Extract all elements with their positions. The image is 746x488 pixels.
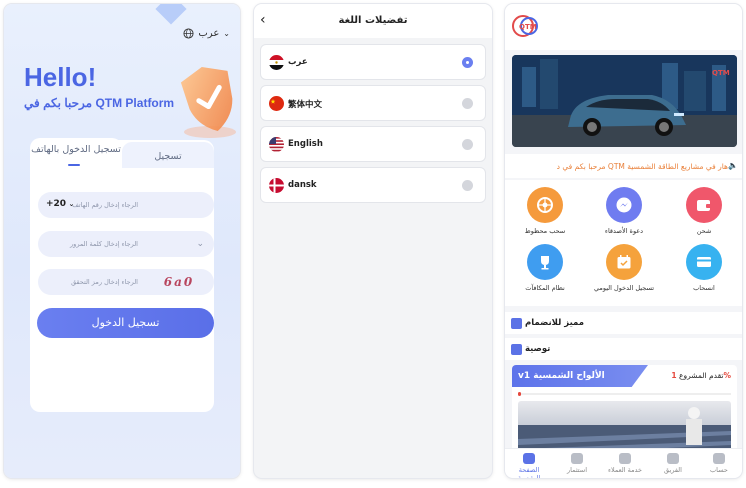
language-screen: ‹ تفضيلات اللغة عرب 繁体中文 English dansk [254, 4, 492, 478]
icon-label: نظام المكافآت [525, 284, 565, 292]
membership-section-header: مميز للانضمام [505, 312, 742, 334]
card-icon [697, 257, 711, 267]
page-title: تفضيلات اللغة [338, 15, 408, 26]
password-field[interactable]: الرجاء إدخال كلمة المرور ⌄ [38, 231, 214, 257]
captcha-image[interactable]: 6a0 [156, 273, 202, 291]
solar-panel-image [518, 401, 731, 455]
icon-label: دعوة الأصدقاء [604, 227, 644, 235]
speaker-icon: 🔈 [728, 161, 738, 170]
top-bar: ‹ تفضيلات اللغة [254, 4, 492, 38]
tab-invest[interactable]: استثمار [555, 453, 599, 474]
icon-label: شحن [696, 227, 712, 235]
country-code-selector[interactable]: +20 ⌄ [46, 199, 74, 209]
wheel-icon [537, 197, 553, 213]
product-card[interactable]: v1 الألواح الشمسية 1 تقدم المشروع% [512, 365, 737, 455]
radio-unselected[interactable] [462, 180, 473, 191]
section-title: توصية [525, 344, 551, 354]
calendar-icon [617, 255, 631, 269]
login-button[interactable]: تسجيل الدخول [37, 308, 214, 338]
tab-team[interactable]: الفريق [651, 453, 695, 474]
usa-flag-icon [269, 137, 284, 152]
tab-support[interactable]: خدمة العملاء [603, 453, 647, 474]
recharge-button[interactable] [686, 187, 722, 223]
phone-placeholder: الرجاء إدخال رقم الهاتف [72, 201, 138, 209]
tab-home[interactable]: الصفحة الرئيسية [507, 453, 551, 478]
bottom-tab-bar: الصفحة الرئيسية استثمار خدمة العملاء الف… [505, 448, 742, 478]
lucky-draw-button[interactable] [527, 187, 563, 223]
qtm-logo: QTM [512, 15, 538, 37]
notice-text: هار في مشاريع الطاقة الشمسية QTM مرحبا ب… [556, 162, 728, 171]
icon-label: سحب محظوظ [524, 227, 566, 235]
feature-grid: سحب محظوظ دعوة الأصدقاء شحن نظام المكافآ… [505, 180, 742, 306]
hero-banner[interactable]: QTM [512, 55, 737, 147]
language-selector[interactable]: عرب ⌄ [183, 28, 230, 39]
tab-register[interactable]: تسجيل [122, 142, 214, 168]
svg-text:QTM: QTM [712, 69, 730, 77]
radio-unselected[interactable] [462, 139, 473, 150]
decor-corner [155, 4, 187, 25]
password-placeholder: الرجاء إدخال كلمة المرور [70, 240, 138, 248]
top-bar: QTM [505, 4, 742, 50]
globe-icon [183, 28, 194, 39]
icon-label: انسحاب [693, 284, 715, 292]
icon-label: تسجيل الدخول اليومي [593, 284, 655, 292]
language-selector-label: عرب [198, 28, 220, 39]
language-option-english[interactable]: English [260, 126, 486, 162]
rewards-system-button[interactable] [527, 244, 563, 280]
denmark-flag-icon [269, 178, 284, 193]
invite-friends-button[interactable] [606, 187, 642, 223]
tab-phone-login[interactable]: تسجيل الدخول بالهاتف [30, 138, 122, 168]
svg-text:QTM: QTM [519, 23, 537, 31]
radio-unselected[interactable] [462, 98, 473, 109]
recommend-section-header: توصية [505, 338, 742, 360]
withdraw-button[interactable] [686, 244, 722, 280]
notice-bar[interactable]: هار في مشاريع الطاقة الشمسية QTM مرحبا ب… [505, 154, 742, 178]
wallet-icon [697, 200, 711, 211]
fire-badge-icon [511, 344, 522, 355]
home-screen: QTM QTM هار في مشاريع الطاقة الشمسية QTM… [505, 4, 742, 478]
shield-icon [180, 67, 236, 138]
welcome-text: QTM Platform مرحبا بكم في [24, 96, 175, 110]
user-icon [713, 453, 725, 464]
chart-icon [571, 453, 583, 464]
tab-account[interactable]: حساب [697, 453, 741, 474]
hello-heading: Hello! [24, 62, 97, 92]
phone-field[interactable]: +20 ⌄ الرجاء إدخال رقم الهاتف [38, 192, 214, 218]
language-name: dansk [288, 180, 317, 190]
eye-closed-icon[interactable]: ⌄ [196, 239, 204, 249]
car-banner-image: QTM [512, 55, 737, 147]
language-name: 繁体中文 [288, 100, 323, 110]
china-flag-icon [269, 96, 284, 111]
trophy-icon [541, 256, 549, 270]
daily-checkin-button[interactable] [606, 244, 642, 280]
star-badge-icon [511, 318, 522, 329]
captcha-field[interactable]: الرجاء إدخال رمز التحقق 6a0 [38, 269, 214, 295]
product-title: v1 الألواح الشمسية [512, 365, 648, 387]
home-icon [523, 453, 535, 464]
egypt-flag-icon [269, 55, 284, 70]
messenger-icon [616, 197, 632, 213]
captcha-placeholder: الرجاء إدخال رمز التحقق [71, 278, 138, 286]
chevron-down-icon: ⌄ [223, 29, 230, 38]
language-name: English [288, 139, 323, 149]
language-option-chinese[interactable]: 繁体中文 [260, 85, 486, 121]
team-icon [667, 453, 679, 464]
progress-bar [518, 392, 731, 396]
login-tabs: تسجيل الدخول بالهاتف تسجيل [30, 138, 214, 168]
radio-selected[interactable] [462, 57, 473, 68]
login-screen: عرب ⌄ Hello! QTM Platform مرحبا بكم في ت… [4, 4, 240, 478]
project-progress: 1 تقدم المشروع% [671, 371, 731, 380]
chat-icon [619, 453, 631, 464]
section-title: مميز للانضمام [525, 318, 585, 328]
language-option-arabic[interactable]: عرب [260, 44, 486, 80]
language-name: عرب [288, 57, 308, 67]
language-option-danish[interactable]: dansk [260, 167, 486, 203]
